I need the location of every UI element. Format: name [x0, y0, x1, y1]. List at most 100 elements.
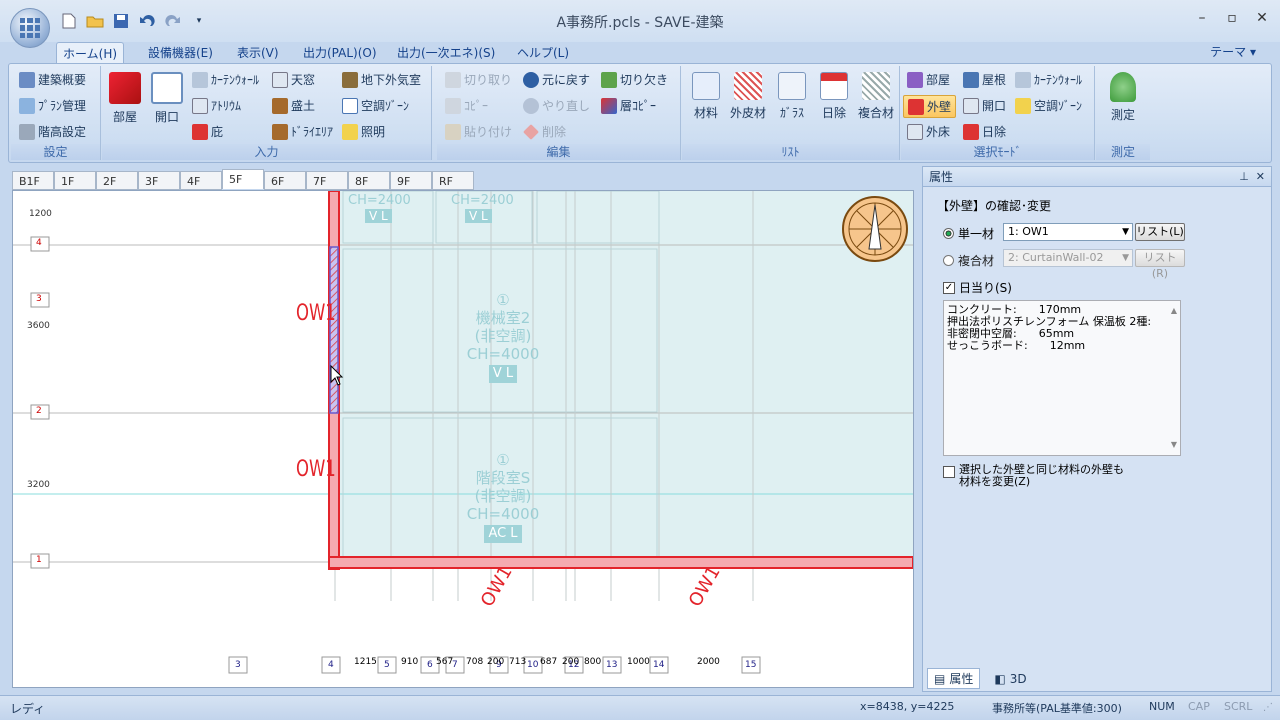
select-exterior-wall-button[interactable]: 外壁: [903, 95, 957, 118]
select-roof-button[interactable]: 屋根: [963, 71, 1006, 88]
num-lock-indicator: NUM: [1149, 700, 1175, 713]
tab-properties[interactable]: ▤ 属性: [927, 668, 981, 689]
pin-icon[interactable]: ⊥: [1239, 170, 1249, 183]
delete-button[interactable]: 削除: [523, 123, 566, 140]
select-shade-button[interactable]: 日除: [963, 123, 1006, 140]
underground-icon: [342, 71, 358, 88]
apply-same-material-checkbox[interactable]: 選択した外壁と同じ材料の外壁も 材料を変更(Z): [943, 464, 1124, 488]
floor-tab-7f[interactable]: 7F: [306, 171, 348, 190]
compass-icon: [842, 196, 908, 262]
layer-copy-button[interactable]: 層ｺﾋﾟｰ: [601, 97, 656, 114]
cut-button[interactable]: 切り取り: [445, 71, 512, 88]
minimize-icon[interactable]: –: [1194, 10, 1210, 26]
lighting-button[interactable]: 照明: [342, 123, 385, 140]
copy-button[interactable]: ｺﾋﾟｰ: [445, 97, 488, 114]
embankment-button[interactable]: 盛土: [272, 97, 315, 114]
paste-icon: [445, 123, 461, 140]
standard-value: 事務所等(PAL基準値:300): [992, 702, 1122, 715]
resize-grip-icon[interactable]: ⋰: [1263, 702, 1273, 713]
undo-button[interactable]: 元に戻す: [523, 71, 590, 88]
tab-home[interactable]: ホーム(H): [56, 42, 125, 64]
tab-view[interactable]: 表示(V): [231, 42, 285, 64]
room-label-machine[interactable]: ① 機械室2 (非空調) CH=4000 V L: [453, 291, 553, 383]
skylight-button[interactable]: 天窓: [272, 71, 315, 88]
material-layers-text[interactable]: コンクリート: 170mm 押出法ポリスチレンフォーム 保温板 2種: 非密閉中…: [943, 300, 1181, 456]
select-curtain-wall-button[interactable]: ｶｰﾃﾝｳｫｰﾙ: [1015, 71, 1082, 88]
tab-equipment[interactable]: 設備機器(E): [142, 42, 219, 64]
select-opening-button[interactable]: 開口: [963, 97, 1006, 114]
tab-help[interactable]: ヘルプ(L): [511, 42, 575, 64]
theme-menu[interactable]: テーマ ▾: [1210, 42, 1256, 62]
envelope-material-button[interactable]: 外皮材: [726, 72, 770, 121]
opening-button[interactable]: 開口: [150, 72, 184, 125]
select-room-button[interactable]: 部屋: [907, 71, 950, 88]
notch-button[interactable]: 切り欠き: [601, 71, 668, 88]
eave-icon: [192, 123, 208, 140]
eave-button[interactable]: 庇: [192, 123, 223, 140]
dry-area-button[interactable]: ﾄﾞﾗｲｴﾘｱ: [272, 123, 333, 140]
tab-output-pal[interactable]: 出力(PAL)(O): [297, 42, 383, 64]
col-marker: 15: [745, 660, 757, 670]
redo-button[interactable]: やり直し: [523, 97, 590, 114]
measure-button[interactable]: 測定: [1104, 72, 1142, 123]
curtain-wall-button[interactable]: ｶｰﾃﾝｳｫｰﾙ: [192, 71, 259, 88]
selected-wall[interactable]: [329, 246, 339, 414]
plan-manage-button[interactable]: ﾌﾟﾗﾝ管理: [19, 97, 86, 114]
label: 単一材: [958, 227, 995, 241]
composite-material-radio[interactable]: 複合材: [943, 252, 994, 269]
layer-copy-icon: [601, 97, 617, 114]
floor-tab-8f[interactable]: 8F: [348, 171, 390, 190]
underground-room-button[interactable]: 地下外気室: [342, 71, 421, 88]
panel-title: 属性: [929, 170, 954, 184]
label: 地下外気室: [361, 73, 422, 87]
composite-material-select[interactable]: 2: CurtainWall-02 ▼: [1003, 249, 1133, 267]
ac-zone-button[interactable]: 空調ｿﾞｰﾝ: [342, 97, 409, 114]
floor-tab-5f[interactable]: 5F: [222, 169, 264, 189]
select-exterior-floor-button[interactable]: 外床: [907, 123, 950, 140]
row-marker: 4: [36, 238, 42, 248]
floor-tab-2f[interactable]: 2F: [96, 171, 138, 190]
material-list-button[interactable]: 材料: [688, 72, 724, 121]
room-button[interactable]: 部屋: [108, 72, 142, 125]
maximize-icon[interactable]: ▫: [1224, 10, 1240, 26]
floor-tab-9f[interactable]: 9F: [390, 171, 432, 190]
radio-empty-icon: [943, 255, 954, 266]
tab-3d[interactable]: ◧ 3D: [988, 668, 1032, 689]
opening-icon: [963, 97, 979, 114]
exterior-wall[interactable]: [328, 556, 913, 569]
scroll-down-icon[interactable]: ▼: [1171, 439, 1177, 451]
sun-checkbox[interactable]: ✓ 日当り(S): [943, 279, 1012, 296]
list-l-button[interactable]: リスト(L): [1135, 223, 1185, 241]
floor-tab-3f[interactable]: 3F: [138, 171, 180, 190]
drawing-canvas[interactable]: 1200 3600 3200 4 3 2 1 OW1 OW1 OW1 OW1 C…: [12, 190, 914, 688]
floor-plan[interactable]: [13, 191, 914, 688]
tab-output-energy[interactable]: 出力(一次エネ)(S): [391, 42, 501, 64]
room-label-stair[interactable]: ① 階段室S (非空調) CH=4000 AC L: [453, 451, 553, 543]
glass-list-button[interactable]: ｶﾞﾗｽ: [774, 72, 810, 121]
composite-list-button[interactable]: 複合材: [854, 72, 898, 121]
select-ac-zone-button[interactable]: 空調ｿﾞｰﾝ: [1015, 97, 1082, 114]
close-icon[interactable]: ✕: [1254, 10, 1270, 26]
floor-tab-4f[interactable]: 4F: [180, 171, 222, 190]
close-panel-icon[interactable]: ✕: [1256, 170, 1265, 183]
atrium-button[interactable]: ｱﾄﾘｳﾑ: [192, 97, 241, 114]
group-label: 入力: [102, 144, 431, 160]
exterior-wall-icon: [908, 98, 924, 115]
label: 削除: [542, 125, 567, 139]
floor-tab-b1f[interactable]: B1F: [12, 171, 54, 190]
application-menu-button[interactable]: [10, 8, 50, 48]
list-r-button[interactable]: リスト(R): [1135, 249, 1185, 280]
single-material-radio[interactable]: 単一材: [943, 225, 994, 242]
building-overview-button[interactable]: 建築概要: [19, 71, 86, 88]
shade-list-button[interactable]: 日除: [816, 72, 852, 121]
group-label: ﾘｽﾄ: [682, 144, 899, 160]
floor-tab-6f[interactable]: 6F: [264, 171, 306, 190]
scroll-up-icon[interactable]: ▲: [1171, 305, 1177, 317]
floor-tab-rf[interactable]: RF: [432, 171, 474, 190]
floor-tab-1f[interactable]: 1F: [54, 171, 96, 190]
paste-button[interactable]: 貼り付け: [445, 123, 512, 140]
notch-icon: [601, 71, 617, 88]
floor-height-button[interactable]: 階高設定: [19, 123, 86, 140]
panel-controls: ⊥ ✕: [1239, 167, 1265, 187]
single-material-select[interactable]: 1: OW1 ▼: [1003, 223, 1133, 241]
